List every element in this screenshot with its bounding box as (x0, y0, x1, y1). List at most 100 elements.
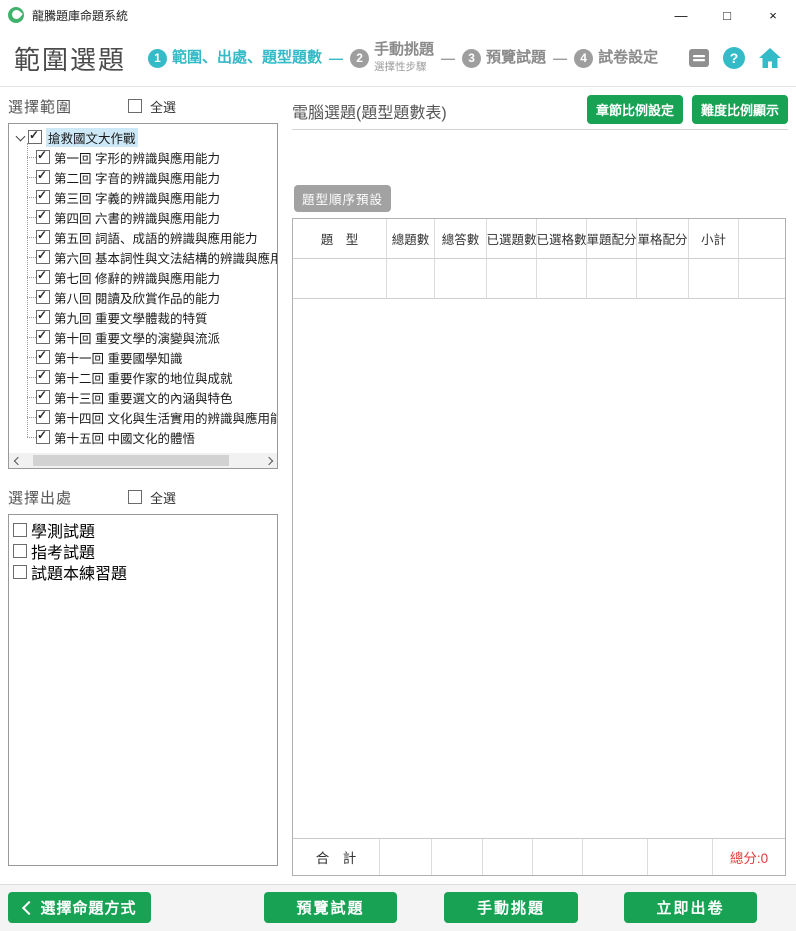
step-3-preview[interactable]: 3 預覽試題 (462, 49, 546, 68)
app-title: 龍騰題庫命題系統 (32, 7, 128, 24)
save-icon[interactable] (688, 48, 710, 68)
tree-item-checkbox[interactable] (36, 290, 50, 304)
tree-guide-line (27, 177, 36, 178)
scrollbar-track[interactable] (24, 453, 262, 468)
difficulty-ratio-button[interactable]: 難度比例顯示 (692, 95, 788, 124)
window-controls: — □ × (658, 0, 796, 30)
tree-item[interactable]: 第六回 基本詞性與文法結構的辨識與應用能力 (27, 247, 277, 267)
tree-horizontal-scrollbar[interactable] (9, 453, 277, 468)
source-item-checkbox[interactable] (13, 523, 27, 537)
tree-item[interactable]: 第五回 詞語、成語的辨識與應用能力 (27, 227, 277, 247)
table-cell (293, 259, 387, 299)
step-1-number: 1 (148, 49, 167, 68)
scrollbar-thumb[interactable] (33, 455, 229, 466)
tree-item[interactable]: 第十回 重要文學的演變與流派 (27, 327, 277, 347)
tree-item-checkbox[interactable] (36, 430, 50, 444)
step-3-label: 預覽試題 (486, 50, 546, 66)
tree-item[interactable]: 第四回 六書的辨識與應用能力 (27, 207, 277, 227)
tree-item-checkbox[interactable] (36, 270, 50, 284)
tree-item[interactable]: 第八回 閱讀及欣賞作品的能力 (27, 287, 277, 307)
table-cell (435, 259, 487, 299)
range-select-all[interactable]: 全選 (128, 97, 176, 116)
tree-item-checkbox[interactable] (36, 150, 50, 164)
tree-guide-line (27, 237, 36, 238)
source-item[interactable]: 試題本練習題 (13, 561, 277, 582)
step-1-range[interactable]: 1 範圍、出處、題型題數 (148, 49, 322, 68)
tree-item[interactable]: 第九回 重要文學體裁的特質 (27, 307, 277, 327)
source-item-checkbox[interactable] (13, 565, 27, 579)
footer-total-label: 合 計 (293, 839, 380, 875)
preview-questions-button[interactable]: 預覽試題 (264, 892, 397, 923)
scroll-left-arrow-icon[interactable] (9, 453, 24, 468)
tree-item[interactable]: 第十一回 重要國學知識 (27, 347, 277, 367)
tree-item-checkbox[interactable] (36, 370, 50, 384)
tree-item[interactable]: 第十四回 文化與生活實用的辨識與應用能力 (27, 407, 277, 427)
tree-item[interactable]: 第三回 字義的辨識與應用能力 (27, 187, 277, 207)
main-panel-header: 電腦選題(題型題數表) 章節比例設定 難度比例顯示 (292, 95, 788, 126)
question-type-order-preset-button[interactable]: 題型順序預設 (294, 185, 391, 212)
tree-item-label: 第二回 字音的辨識與應用能力 (54, 168, 220, 187)
tree-item-checkbox[interactable] (36, 210, 50, 224)
tree-item-checkbox[interactable] (36, 390, 50, 404)
manual-pick-button[interactable]: 手動挑題 (444, 892, 578, 923)
tree-item-checkbox[interactable] (36, 170, 50, 184)
source-item[interactable]: 指考試題 (13, 540, 277, 561)
step-indicator: 1 範圍、出處、題型題數 — 2 手動挑題 選擇性步驟 — 3 預覽試題 — 4… (148, 42, 658, 74)
tree-guide-line (27, 257, 36, 258)
close-button[interactable]: × (750, 0, 796, 30)
help-icon[interactable]: ? (723, 47, 745, 69)
tree-item[interactable]: 第十五回 中國文化的體悟 (27, 427, 277, 447)
tree-item[interactable]: 第二回 字音的辨識與應用能力 (27, 167, 277, 187)
source-item[interactable]: 學測試題 (13, 519, 277, 540)
tree-item[interactable]: 第七回 修辭的辨識與應用能力 (27, 267, 277, 287)
chapter-ratio-button[interactable]: 章節比例設定 (587, 95, 683, 124)
source-select-all-checkbox[interactable] (128, 490, 142, 504)
tree-item-label: 第七回 修辭的辨識與應用能力 (54, 268, 220, 287)
step-2-label: 手動挑題 選擇性步驟 (374, 42, 434, 74)
tree-item-checkbox[interactable] (36, 410, 50, 424)
tree-item-label: 第六回 基本詞性與文法結構的辨識與應用能力 (54, 248, 277, 267)
step-4-paper-settings[interactable]: 4 試卷設定 (574, 49, 658, 68)
range-section-title: 選擇範圍 (8, 96, 72, 117)
source-section-title: 選擇出處 (8, 487, 72, 508)
tree-item-label: 第十回 重要文學的演變與流派 (54, 328, 220, 347)
table-header-cell: 題 型 (293, 219, 387, 259)
window-titlebar: 龍騰題庫命題系統 — □ × (0, 0, 796, 30)
maximize-button[interactable]: □ (704, 0, 750, 30)
generate-paper-button[interactable]: 立即出卷 (624, 892, 757, 923)
tree-root-item[interactable]: 搶救國文大作戰 (14, 127, 277, 147)
minimize-button[interactable]: — (658, 0, 704, 30)
tree-item-checkbox[interactable] (36, 330, 50, 344)
scroll-right-arrow-icon[interactable] (262, 453, 277, 468)
table-cell (487, 259, 537, 299)
source-item-checkbox[interactable] (13, 544, 27, 558)
total-score-value: 總分:0 (713, 839, 785, 875)
tree-item-label: 第一回 字形的辨識與應用能力 (54, 148, 220, 167)
back-button-label: 選擇命題方式 (40, 897, 136, 918)
step-separator: — (553, 50, 567, 66)
tree-item-label: 第三回 字義的辨識與應用能力 (54, 188, 220, 207)
step-2-manual-pick[interactable]: 2 手動挑題 選擇性步驟 (350, 42, 434, 74)
tree-item-checkbox[interactable] (36, 190, 50, 204)
tree-item-checkbox[interactable] (36, 350, 50, 364)
tree-item[interactable]: 第一回 字形的辨識與應用能力 (27, 147, 277, 167)
tree-item[interactable]: 第十二回 重要作家的地位與成就 (27, 367, 277, 387)
range-select-all-checkbox[interactable] (128, 99, 142, 113)
tree-item-checkbox[interactable] (36, 310, 50, 324)
home-icon[interactable] (758, 47, 782, 69)
range-tree: 搶救國文大作戰 第一回 字形的辨識與應用能力第二回 字音的辨識與應用能力第三回 … (9, 124, 277, 447)
question-type-table: 題 型總題數總答數已選題數已選格數單題配分單格配分小計 合 計總分:0 (292, 218, 786, 876)
tree-item[interactable]: 第十三回 重要選文的內涵與特色 (27, 387, 277, 407)
tree-item-checkbox[interactable] (36, 230, 50, 244)
tree-item-label: 第十五回 中國文化的體悟 (54, 428, 195, 447)
back-to-mode-button[interactable]: 選擇命題方式 (8, 892, 151, 923)
collapse-chevron-icon[interactable] (14, 130, 28, 144)
page-header: 範圍選題 1 範圍、出處、題型題數 — 2 手動挑題 選擇性步驟 — 3 預覽試… (0, 30, 796, 87)
tree-item-checkbox[interactable] (36, 250, 50, 264)
tree-guide-line (27, 157, 36, 158)
tree-root-checkbox[interactable] (28, 130, 42, 144)
source-select-all[interactable]: 全選 (128, 488, 176, 507)
source-select-all-label: 全選 (150, 488, 176, 507)
tree-guide-line (27, 397, 36, 398)
app-logo-icon (8, 7, 24, 23)
